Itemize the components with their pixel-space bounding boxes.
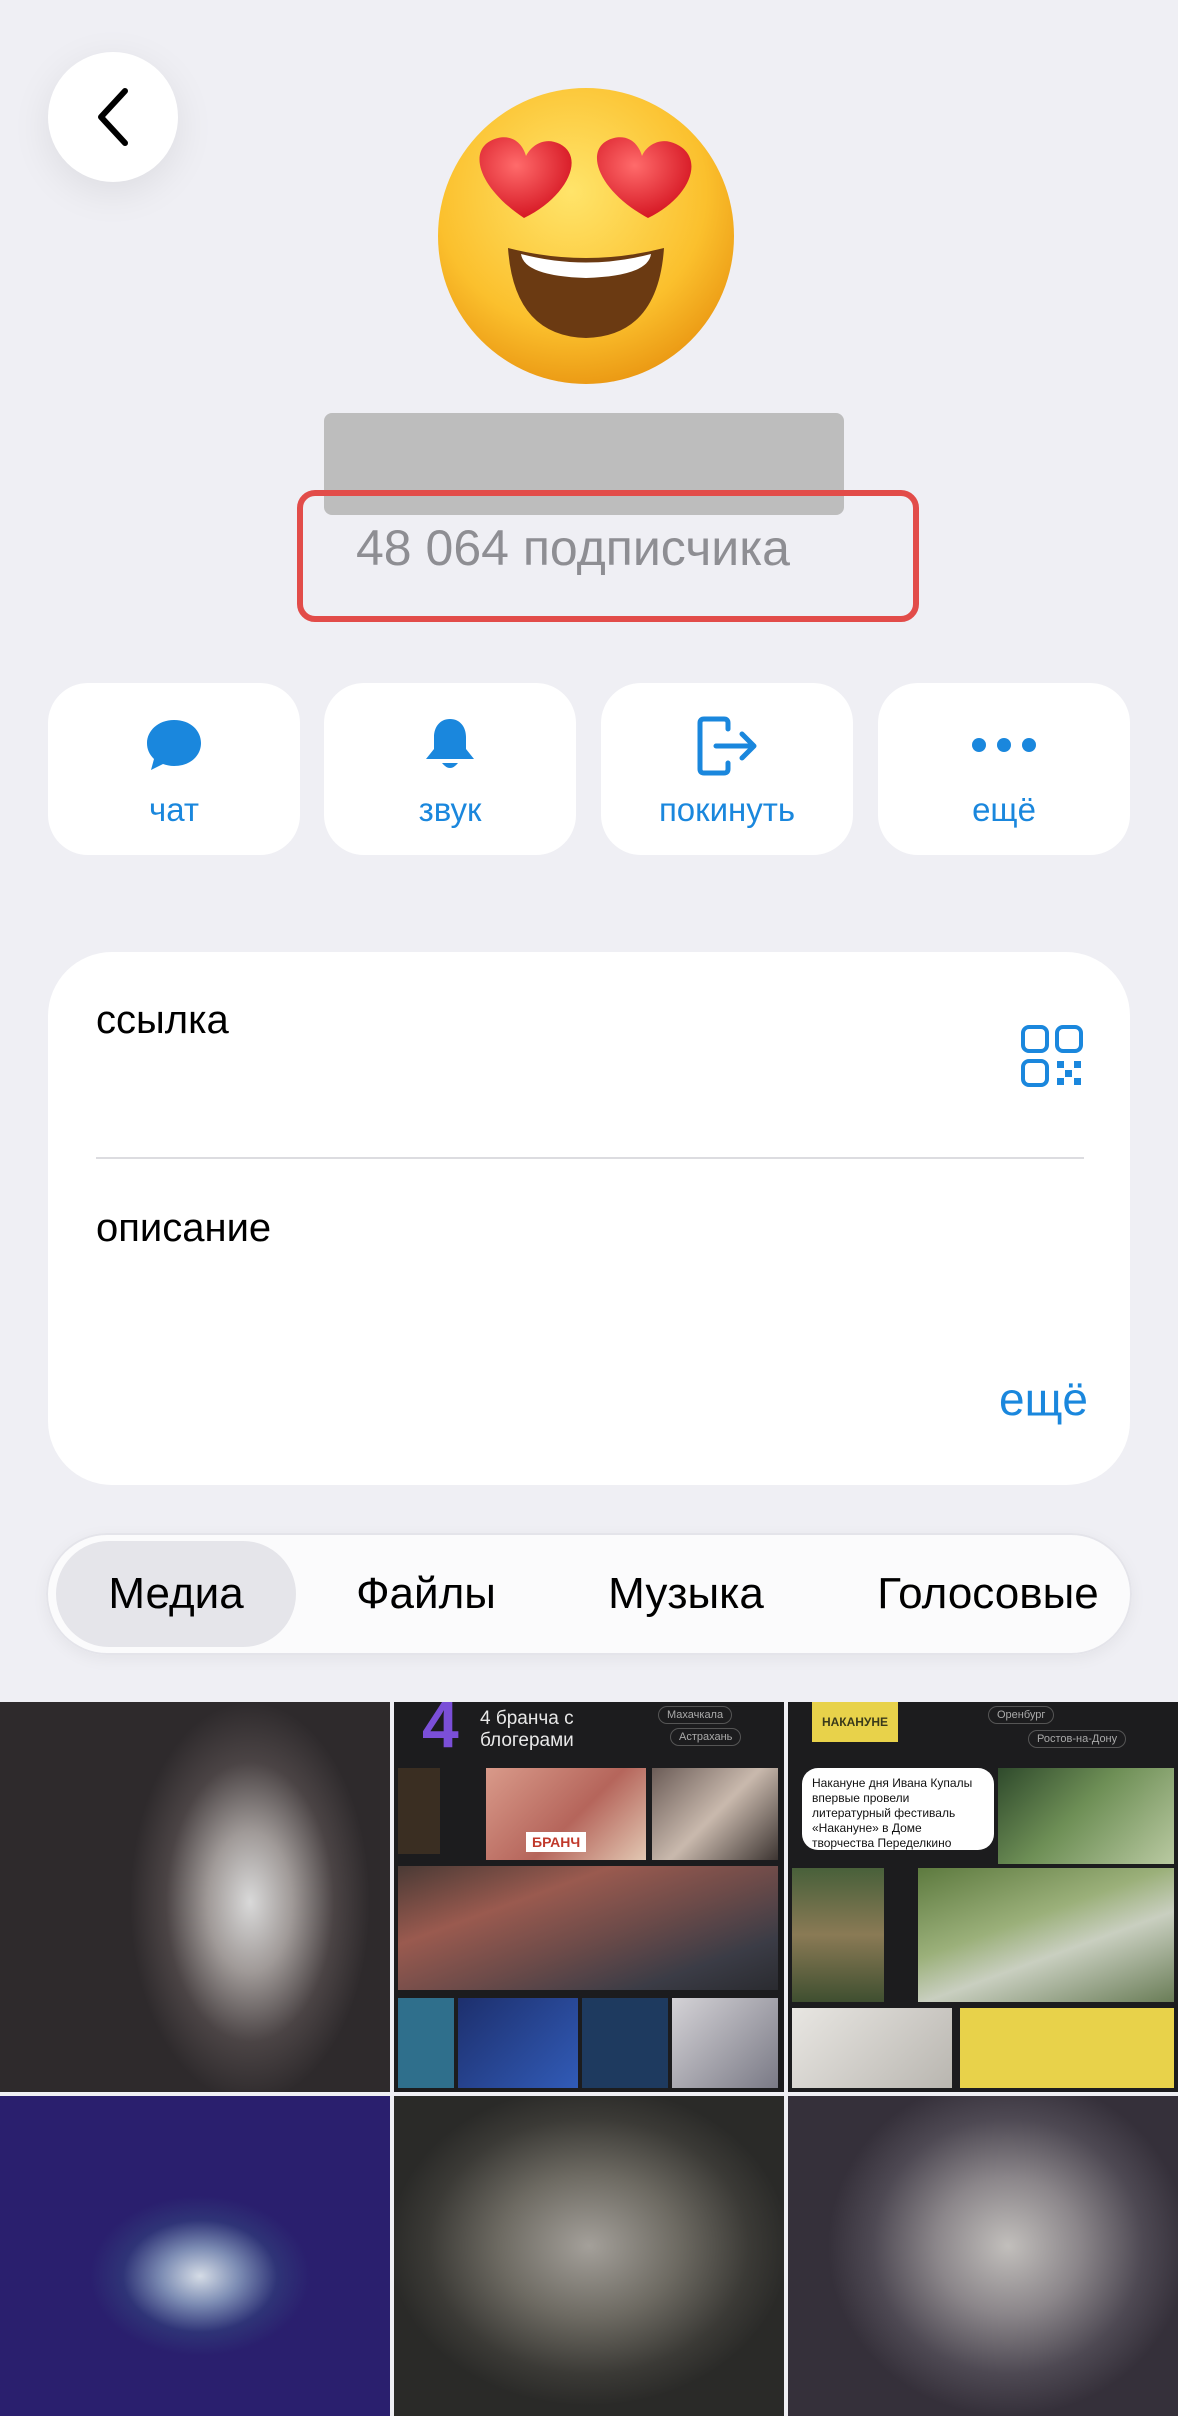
media-thumb[interactable]: 4 4 бранча с блогерами Махачкала Астраха… (394, 1702, 784, 2092)
post-heading: 4 бранча с блогерами (480, 1708, 574, 1751)
media-tabs: Медиа Файлы Музыка Голосовые (46, 1533, 1132, 1655)
tab-files[interactable]: Файлы (336, 1541, 516, 1647)
media-thumb[interactable] (394, 2096, 784, 2416)
info-card: ссылка описание ещё (48, 952, 1130, 1485)
chat-button[interactable]: чат (48, 683, 300, 855)
media-thumb[interactable] (0, 2096, 390, 2416)
bell-icon (426, 719, 474, 768)
sound-label: звук (418, 791, 482, 828)
festival-photo (918, 1868, 1174, 2002)
leave-icon (697, 716, 757, 776)
city-tag: Астрахань (670, 1728, 742, 1746)
participants-block (960, 2008, 1174, 2088)
more-button[interactable]: ещё (878, 683, 1130, 855)
leave-label: покинуть (658, 791, 796, 828)
highlight-frame (297, 490, 919, 622)
media-thumb[interactable] (788, 2096, 1178, 2416)
city-tag: Махачкала (658, 1706, 733, 1724)
more-dots-icon (972, 738, 1036, 752)
description-more-link[interactable]: ещё (999, 1372, 1088, 1426)
back-button[interactable] (48, 52, 178, 182)
divider (96, 1157, 1084, 1159)
post-number: 4 (422, 1702, 459, 1761)
city-tag: Оренбург (988, 1706, 1055, 1724)
chat-bubble-icon (147, 720, 201, 770)
photo-collage: БРАНЧ (486, 1768, 646, 1860)
quote-bubble: Накануне дня Ивана Купалы впервые провел… (802, 1768, 994, 1850)
audience-photo (398, 1866, 778, 1990)
qr-code-icon[interactable] (1020, 1024, 1084, 1088)
tab-music[interactable]: Музыка (586, 1541, 786, 1647)
festival-logo: НАКАНУНЕ (812, 1702, 898, 1742)
media-grid: 4 4 бранча с блогерами Махачкала Астраха… (0, 1702, 1178, 2416)
media-thumb[interactable] (0, 1702, 390, 2092)
sound-button[interactable]: звук (324, 683, 576, 855)
tab-voice[interactable]: Голосовые (856, 1541, 1120, 1647)
link-label: ссылка (96, 998, 229, 1042)
more-label: ещё (972, 791, 1036, 828)
leave-button[interactable]: покинуть (601, 683, 853, 855)
avatar (438, 88, 734, 384)
tab-media[interactable]: Медиа (56, 1541, 296, 1647)
media-thumb[interactable]: НАКАНУНЕ Оренбург Ростов-на-Дону Наканун… (788, 1702, 1178, 2092)
city-tag: Ростов-на-Дону (1028, 1730, 1127, 1748)
brand-logo: БРАНЧ (526, 1832, 587, 1852)
chevron-left-icon (98, 88, 128, 146)
chat-label: чат (149, 791, 199, 828)
description-label: описание (96, 1206, 272, 1250)
